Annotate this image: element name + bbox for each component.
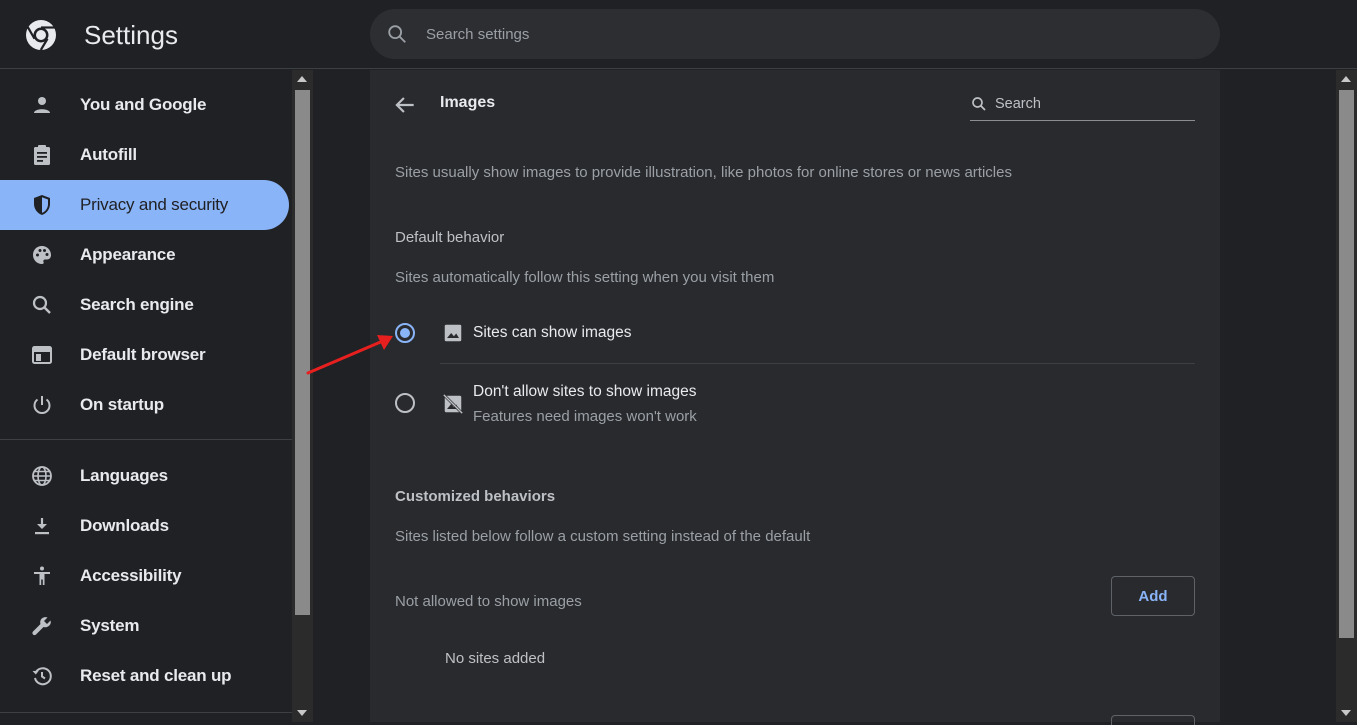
sidebar-item-autofill[interactable]: Autofill	[0, 130, 289, 180]
image-icon	[444, 324, 462, 342]
sidebar-item-search-engine[interactable]: Search engine	[0, 280, 289, 330]
sidebar-item-label: Default browser	[80, 345, 206, 364]
sidebar-item-you-and-google[interactable]: You and Google	[0, 80, 289, 130]
add-site-button[interactable]: Add	[1111, 576, 1195, 616]
option-divider	[440, 363, 1195, 364]
history-icon	[32, 667, 52, 686]
search-icon	[972, 97, 986, 111]
chrome-logo-icon	[26, 20, 56, 51]
palette-icon	[33, 246, 51, 264]
power-icon	[33, 396, 51, 414]
sidebar-divider	[0, 712, 292, 713]
radio-dont-allow-images[interactable]	[395, 393, 415, 413]
page-description: Sites usually show images to provide ill…	[395, 164, 1012, 181]
clipboard-icon	[34, 145, 50, 165]
sidebar-item-label: Autofill	[80, 145, 137, 164]
browser-window-icon	[32, 346, 52, 364]
search-icon	[32, 295, 51, 314]
sidebar-item-label: Downloads	[80, 516, 169, 535]
sidebar-item-label: Reset and clean up	[80, 666, 232, 685]
sidebar-scrollbar[interactable]	[292, 70, 313, 722]
sidebar-item-downloads[interactable]: Downloads	[0, 501, 289, 551]
scroll-up-arrow-icon[interactable]	[1341, 76, 1351, 82]
add-site-button-partial[interactable]	[1111, 715, 1195, 725]
default-behavior-heading: Default behavior	[395, 229, 505, 246]
sidebar-item-label: Languages	[80, 466, 168, 485]
back-arrow-icon[interactable]	[392, 92, 418, 118]
search-settings-box[interactable]	[370, 9, 1220, 59]
scroll-up-arrow-icon[interactable]	[297, 76, 307, 82]
search-settings-input[interactable]	[426, 9, 1186, 59]
app-title: Settings	[84, 20, 178, 50]
customized-behaviors-heading: Customized behaviors	[395, 488, 556, 505]
default-behavior-subheading: Sites automatically follow this setting …	[395, 269, 775, 286]
sidebar-item-on-startup[interactable]: On startup	[0, 380, 289, 430]
person-icon	[34, 97, 50, 113]
sidebar-item-label: Accessibility	[80, 566, 182, 585]
sidebar-item-privacy-and-security[interactable]: Privacy and security	[0, 180, 289, 230]
sidebar-item-default-browser[interactable]: Default browser	[0, 330, 289, 380]
sidebar-item-label: On startup	[80, 395, 164, 414]
sidebar-item-languages[interactable]: Languages	[0, 451, 289, 501]
option-label[interactable]: Sites can show images	[473, 324, 632, 342]
scroll-down-arrow-icon[interactable]	[297, 710, 307, 716]
annotation-arrow-icon	[306, 335, 393, 375]
customized-behaviors-subheading: Sites listed below follow a custom setti…	[395, 528, 811, 545]
sidebar-item-label: Privacy and security	[80, 195, 229, 214]
sidebar-item-system[interactable]: System	[0, 601, 289, 651]
sidebar-item-reset-and-clean-up[interactable]: Reset and clean up	[0, 651, 289, 701]
option-label[interactable]: Don't allow sites to show images	[473, 383, 697, 401]
accessibility-icon	[34, 566, 50, 585]
sidebar-item-label: Search engine	[80, 295, 194, 314]
sidebar-item-accessibility[interactable]: Accessibility	[0, 551, 289, 601]
sidebar-item-label: You and Google	[80, 95, 207, 114]
shield-icon	[34, 195, 50, 215]
page-search-box[interactable]	[970, 90, 1195, 121]
not-allowed-label: Not allowed to show images	[395, 593, 582, 610]
sidebar-item-label: System	[80, 616, 140, 635]
top-bar: Settings	[0, 0, 1357, 69]
option-sublabel: Features need images won't work	[473, 408, 697, 425]
main-scrollbar-thumb[interactable]	[1339, 90, 1354, 638]
page-search-input[interactable]	[995, 90, 1190, 118]
images-settings-card: Images Sites usually show images to prov…	[370, 70, 1220, 725]
sidebar-divider	[0, 439, 292, 440]
page-title: Images	[440, 94, 496, 111]
sidebar: You and Google Autofill Privacy and secu…	[0, 70, 292, 722]
download-icon	[35, 518, 49, 535]
no-sites-label: No sites added	[445, 650, 546, 667]
image-off-icon	[442, 393, 464, 415]
sidebar-item-label: Appearance	[80, 245, 176, 264]
wrench-icon	[32, 617, 51, 636]
main-scrollbar[interactable]	[1336, 70, 1357, 722]
search-icon	[388, 25, 406, 43]
sidebar-item-appearance[interactable]: Appearance	[0, 230, 289, 280]
globe-icon	[32, 466, 52, 486]
scroll-down-arrow-icon[interactable]	[1341, 710, 1351, 716]
